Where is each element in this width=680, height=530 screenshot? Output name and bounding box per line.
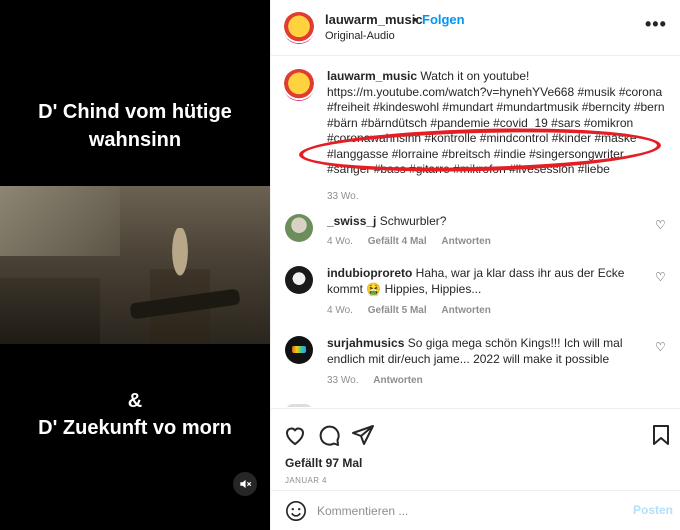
comment-username[interactable]: surjahmusics [327,336,404,350]
follow-button[interactable]: Folgen [422,12,465,27]
comments-feed[interactable]: lauwarm_music Watch it on youtube! https… [271,57,680,407]
avatar[interactable] [283,12,315,44]
comment-username[interactable]: indubioproreto [327,266,412,280]
separator-dot: • [413,12,418,27]
heart-icon[interactable] [283,423,307,447]
heart-icon[interactable]: ♡ [655,218,666,232]
video-text-ampersand: & [127,390,143,412]
reply-button[interactable]: Antworten [373,375,422,386]
comment-time: 4 Wo. [327,305,353,316]
video-text-line3: D' Zuekunft vo morn [38,417,232,439]
avatar[interactable] [283,69,315,101]
avatar[interactable] [285,214,313,242]
audio-label[interactable]: Original-Audio [325,30,395,42]
comment-composer: Posten [271,490,680,530]
post-date: JANUAR 4 [285,476,327,485]
comment-partial [271,402,680,407]
caption-username[interactable]: lauwarm_music [327,69,417,83]
avatar[interactable] [285,266,313,294]
avatar[interactable] [285,404,313,407]
post-button[interactable]: Posten [633,503,673,517]
heart-icon[interactable]: ♡ [655,340,666,354]
likes-count[interactable]: Gefällt 97 Mal [285,456,362,470]
video-player[interactable]: D' Chind vom hütige wahnsinn & D' Zuekun… [0,0,270,530]
caption-text: lauwarm_music Watch it on youtube! https… [327,69,665,178]
caption-time: 33 Wo. [327,191,359,202]
reply-button[interactable]: Antworten [441,305,490,316]
bookmark-icon[interactable] [649,423,673,447]
mute-button[interactable] [233,472,257,496]
share-icon[interactable] [351,423,375,447]
comment-time: 4 Wo. [327,236,353,247]
post-sidebar: lauwarm_music • Folgen Original-Audio ••… [270,0,680,530]
caption-body: Watch it on youtube! https://m.youtube.c… [327,69,665,176]
action-bar [271,408,680,458]
comment-username[interactable]: _swiss_j [327,214,376,228]
post-header: lauwarm_music • Folgen Original-Audio ••… [271,0,680,56]
comment-likes[interactable]: Gefällt 5 Mal [368,305,427,316]
comment-time: 33 Wo. [327,375,359,386]
comment-likes[interactable]: Gefällt 4 Mal [368,236,427,247]
header-username[interactable]: lauwarm_music [325,12,423,27]
muted-speaker-icon [240,479,252,489]
reply-button[interactable]: Antworten [441,236,490,247]
comment-input[interactable] [317,501,617,521]
heart-icon[interactable]: ♡ [655,270,666,284]
comment-meta: 4 Wo. Gefällt 5 Mal Antworten [327,305,503,316]
comment-icon[interactable] [317,423,341,447]
comment-text: Schwurbler? [379,214,447,228]
video-text-line2: wahnsinn [88,129,182,151]
comment-meta: 4 Wo. Gefällt 4 Mal Antworten [327,236,503,247]
comment-meta: 33 Wo. Antworten [327,375,435,386]
emoji-icon[interactable] [285,500,307,522]
video-frame [0,186,270,344]
avatar[interactable] [285,336,313,364]
comment: _swiss_j Schwurbler? 4 Wo. Gefällt 4 Mal… [271,214,680,274]
more-options-icon[interactable]: ••• [645,14,667,35]
comment: surjahmusics So giga mega schön Kings!!!… [271,336,680,396]
video-text-line1: D' Chind vom hütige [38,101,232,123]
comment: indubioproreto Haha, war ja klar dass ih… [271,266,680,326]
